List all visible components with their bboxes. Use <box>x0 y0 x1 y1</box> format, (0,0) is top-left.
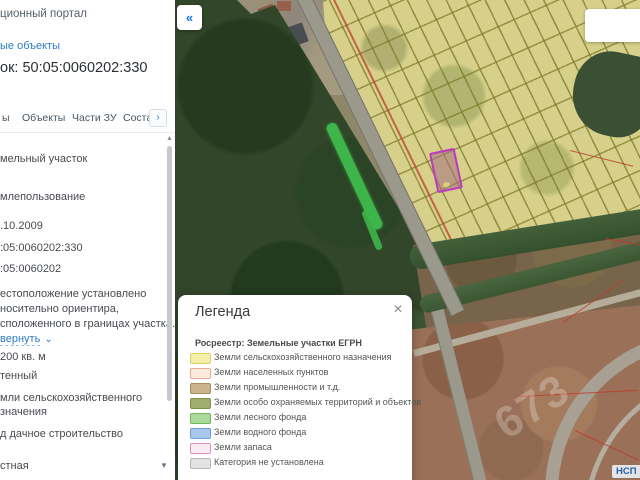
parcel-title: ок: 50:05:0060202:330 <box>0 60 148 76</box>
tabs-more-button[interactable]: › <box>149 109 167 127</box>
legend-item: Земли запаса <box>178 442 412 455</box>
detail-category-line1: мли сельскохозяйственного <box>0 392 143 404</box>
map-canvas[interactable]: 673 НСП « Легенда ✕ Росреестр: Земельные… <box>175 0 640 480</box>
legend-title: Легенда <box>195 304 251 320</box>
expand-link[interactable]: вернуть ⌄ <box>0 333 53 346</box>
legend-swatch-reserve <box>190 443 211 454</box>
legend-item-label: Земли сельскохозяйственного назначения <box>214 352 392 362</box>
detail-address-line1: естоположение установлено <box>0 288 147 300</box>
legend-item-label: Категория не установлена <box>214 457 324 467</box>
map-search-box[interactable] <box>585 9 640 42</box>
tab-partial[interactable]: ы <box>2 112 10 124</box>
expand-link-label: вернуть <box>0 333 41 346</box>
legend-item-label: Земли промышленности и т.д. <box>214 382 341 392</box>
legend-swatch-industry <box>190 383 211 394</box>
chevron-down-icon: ⌄ <box>44 334 53 345</box>
portal-header: ционный портал <box>0 8 88 20</box>
tab-objects[interactable]: Объекты <box>22 112 65 124</box>
building <box>277 1 291 11</box>
legend-swatch-protected <box>190 398 211 409</box>
tabs-divider <box>0 132 175 133</box>
detail-category-line2: значения <box>0 406 48 418</box>
detail-object-type: мельный участок <box>0 153 88 165</box>
legend-item: Земли населенных пунктов <box>178 367 412 380</box>
map-feature-label: НСП <box>612 465 640 478</box>
parcel-building <box>442 181 451 188</box>
sidebar-scrollbar[interactable] <box>167 146 172 401</box>
legend-item-label: Земли запаса <box>214 442 272 452</box>
sidebar-panel: ционный портал ые объекты ок: 50:05:0060… <box>0 0 175 480</box>
detail-permitted-use: д дачное строительство <box>0 428 123 440</box>
legend-item: Земли особо охраняемых территорий и объе… <box>178 397 421 410</box>
detail-land-use: млепользование <box>0 191 86 203</box>
legend-item: Земли водного фонда <box>178 427 412 440</box>
legend-swatch-water <box>190 428 211 439</box>
sidebar-collapse-button[interactable]: « <box>177 5 202 30</box>
detail-ownership: стная <box>0 460 29 472</box>
close-icon[interactable]: ✕ <box>393 302 403 316</box>
legend-item-label: Земли особо охраняемых территорий и объе… <box>214 397 422 407</box>
legend-swatch-settlements <box>190 368 211 379</box>
detail-address-line2: носительно ориентира, <box>0 303 119 315</box>
found-objects-link[interactable]: ые объекты <box>0 40 60 52</box>
detail-address-line3: сположенного в границах участка. <box>0 318 176 330</box>
legend-subtitle: Росреестр: Земельные участки ЕГРН <box>195 338 362 348</box>
legend-item: Земли лесного фонда <box>178 412 412 425</box>
sidebar-tabs: ы Объекты Части ЗУ Состав › <box>0 109 175 132</box>
legend-item-label: Земли лесного фонда <box>214 412 307 422</box>
legend-item-label: Земли населенных пунктов <box>214 367 329 377</box>
scroll-down-icon[interactable]: ▼ <box>160 461 168 470</box>
legend-item: Категория не установлена <box>178 457 412 470</box>
legend-panel: Легенда ✕ Росреестр: Земельные участки Е… <box>178 295 421 480</box>
detail-date: .10.2009 <box>0 220 43 232</box>
legend-swatch-forest <box>190 413 211 424</box>
tab-parcel-parts[interactable]: Части ЗУ <box>72 112 117 124</box>
scroll-up-icon[interactable]: ▲ <box>166 135 173 142</box>
detail-cad-number: :05:0060202:330 <box>0 242 83 254</box>
cadastral-portal-app: ционный портал ые объекты ок: 50:05:0060… <box>0 0 640 480</box>
detail-cad-quarter: :05:0060202 <box>0 263 62 275</box>
legend-swatch-agriculture <box>190 353 211 364</box>
legend-item-label: Земли водного фонда <box>214 427 307 437</box>
legend-swatch-uncategorized <box>190 458 211 469</box>
detail-area: 200 кв. м <box>0 351 46 363</box>
legend-item: Земли промышленности и т.д. <box>178 382 412 395</box>
detail-status: тенный <box>0 370 38 382</box>
legend-item: Земли сельскохозяйственного назначения <box>178 352 412 365</box>
